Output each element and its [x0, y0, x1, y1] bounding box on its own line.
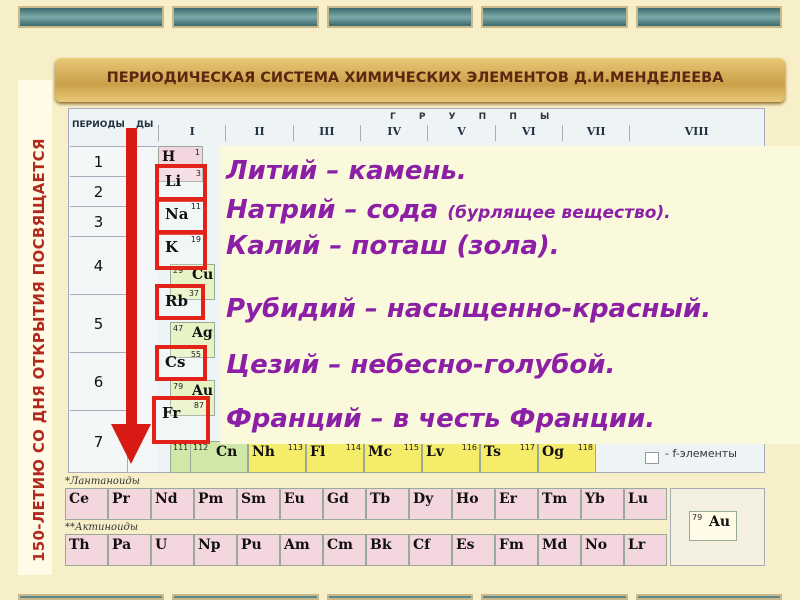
element-cell: Md [538, 534, 581, 566]
f-elements-legend: - f-элементы [665, 447, 737, 460]
highlight-potassium: K 19 [155, 230, 207, 270]
element-cell: Pu [237, 534, 280, 566]
highlight-rubidium: Rb 37 [155, 284, 205, 320]
group-label: VIII [629, 125, 763, 141]
element-cell: Es [452, 534, 495, 566]
groups-row: I II III IV V VI VII VIII [158, 125, 763, 141]
group-label: V [427, 125, 494, 141]
element-cell: Yb [581, 488, 624, 520]
down-arrow-icon [111, 424, 151, 464]
period-number: 4 [70, 236, 127, 294]
period-number: 6 [70, 352, 127, 410]
element-cell: Nd [151, 488, 194, 520]
element-cell: Cf [409, 534, 452, 566]
period-7-row: Cn 112 Nh 113 Fl 114 Mc 115 Lv 116 Ts 117 Og 11… [190, 441, 596, 473]
sidebar-caption: 150-ЛЕТИЮ СО ДНЯ ОТКРЫТИЯ ПОСВЯЩАЕТСЯ [30, 138, 48, 562]
element-cell: Th [65, 534, 108, 566]
element-cell: Tm [538, 488, 581, 520]
element-cell: Np [194, 534, 237, 566]
group-label: VII [561, 125, 629, 141]
element-cell: Cn 112 [190, 441, 248, 473]
line-cesium: Цезий – небесно-голубой. [226, 350, 616, 380]
group-label: I [158, 125, 225, 141]
element-cell: Lv 116 [422, 441, 480, 473]
lanthanides-label: *Лантаноиды [65, 476, 140, 487]
line-potassium: Калий – поташ (зола). [226, 231, 560, 261]
element-cell: Bk [366, 534, 409, 566]
group-label: VI [494, 125, 562, 141]
element-cell: Tb [366, 488, 409, 520]
element-cell: Pa [108, 534, 151, 566]
element-cell: Sm [237, 488, 280, 520]
top-decoration [0, 6, 800, 28]
element-cell: Og 118 [538, 441, 596, 473]
element-cell: U [151, 534, 194, 566]
element-cell: Lu [624, 488, 667, 520]
element-cell: Au 79 [689, 511, 737, 541]
element-key-legend: Au 79 [670, 488, 765, 566]
element-cell: Pr [108, 488, 151, 520]
period-number: 2 [70, 176, 127, 206]
group-label: IV [359, 125, 427, 141]
element-cell: Fl 114 [306, 441, 364, 473]
element-cell: Er [495, 488, 538, 520]
lanthanides-row: Ce Pr Nd Pm Sm Eu Gd Tb Dy Ho Er Tm Yb L… [65, 488, 667, 520]
actinides-label: **Актиноиды [65, 522, 138, 533]
group-label: III [292, 125, 360, 141]
group-label: II [225, 125, 292, 141]
f-elements-swatch [645, 452, 659, 464]
highlight-cesium: Cs 55 [155, 345, 207, 381]
down-arrow [126, 128, 137, 428]
line-sodium: Натрий – сода (бурлящее вещество). [226, 195, 671, 225]
element-cell: Ho [452, 488, 495, 520]
line-rubidium: Рубидий – насыщенно-красный. [226, 294, 712, 324]
element-cell: Nh 113 [248, 441, 306, 473]
line-lithium: Литий – камень. [226, 156, 467, 186]
element-cell: Am [280, 534, 323, 566]
actinides-row: Th Pa U Np Pu Am Cm Bk Cf Es Fm Md No Lr [65, 534, 667, 566]
groups-header: Г Р У П П Ы [390, 112, 560, 122]
period-number: 1 [70, 146, 127, 176]
element-cell: Ce [65, 488, 108, 520]
element-cell: Cm [323, 534, 366, 566]
periods-header: ПЕРИОДЫ ДЫ [72, 120, 154, 130]
element-cell: Gd [323, 488, 366, 520]
element-cell: Fm [495, 534, 538, 566]
page-title: ПЕРИОДИЧЕСКАЯ СИСТЕМА ХИМИЧЕСКИХ ЭЛЕМЕНТ… [106, 70, 724, 86]
element-cell: Dy [409, 488, 452, 520]
element-cell: No [581, 534, 624, 566]
element-cell: Ts 117 [480, 441, 538, 473]
period-number: 5 [70, 294, 127, 352]
element-cell: Eu [280, 488, 323, 520]
period-number: 3 [70, 206, 127, 236]
highlight-francium: Fr 87 [152, 396, 210, 444]
element-cell: Mc 115 [364, 441, 422, 473]
bottom-decoration [0, 594, 800, 600]
line-francium: Франций – в честь Франции. [226, 404, 656, 434]
element-cell: Lr [624, 534, 667, 566]
element-cell: Pm [194, 488, 237, 520]
